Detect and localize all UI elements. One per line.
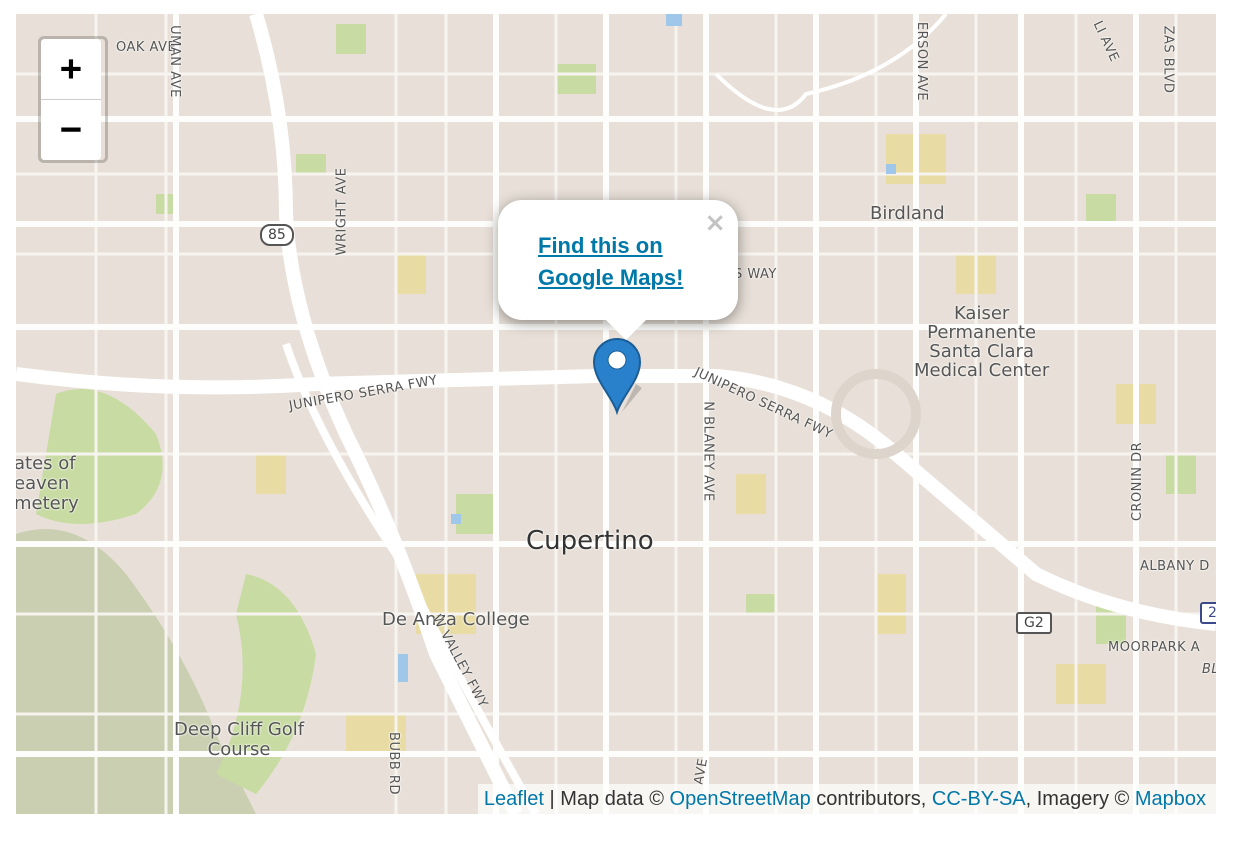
map-pin-icon: [592, 338, 642, 416]
attribution-text-contributors: contributors,: [810, 788, 932, 810]
street-label-albany: ALBANY D: [1140, 559, 1210, 574]
street-label-wright-ave: WRIGHT AVE: [334, 167, 350, 256]
place-label-deep-cliff: Deep Cliff Golf Course: [174, 719, 305, 760]
attribution-text-imagery: , Imagery ©: [1025, 788, 1135, 810]
street-label-uman-ave: UMAN AVE: [166, 25, 182, 98]
street-label-moorpark: MOORPARK A: [1108, 640, 1201, 655]
leaflet-link[interactable]: Leaflet: [484, 788, 544, 810]
google-maps-link[interactable]: Find this on Google Maps!: [538, 230, 718, 294]
zoom-control: + −: [38, 36, 108, 163]
zoom-in-button[interactable]: +: [41, 39, 101, 100]
popup-tip: [604, 318, 648, 340]
cc-by-sa-link[interactable]: CC-BY-SA: [932, 788, 1026, 810]
attribution-bar: Leaflet | Map data © OpenStreetMap contr…: [477, 784, 1216, 814]
street-label-erson-ave: ERSON AVE: [914, 21, 930, 102]
place-label-kaiser: Kaiser Permanente Santa Clara Medical Ce…: [914, 303, 1050, 381]
street-label-n-blaney-ave: N BLANEY AVE: [700, 401, 716, 502]
map-container[interactable]: Birdland Kaiser Permanente Santa Clara M…: [16, 14, 1216, 814]
street-label-zas-blvd: ZAS BLVD: [1160, 25, 1176, 94]
street-label-s-way: S WAY: [734, 267, 777, 282]
mapbox-link[interactable]: Mapbox: [1135, 788, 1206, 810]
place-label-birdland: Birdland: [870, 203, 945, 224]
street-label-bubb-rd: BUBB RD: [385, 732, 401, 795]
place-label-de-anza-college: De Anza College: [382, 609, 530, 630]
street-label-cronin-dr: CRONIN DR: [1130, 441, 1146, 522]
city-label-cupertino: Cupertino: [526, 526, 654, 556]
interstate-shield-280: 2: [1200, 602, 1216, 624]
highway-shield-g2: G2: [1016, 612, 1052, 634]
map-popup: × Find this on Google Maps!: [498, 200, 738, 340]
highway-shield-85: 85: [260, 224, 294, 246]
place-label-gates-of-heaven: ates of eaven metery: [16, 453, 79, 514]
zoom-out-button[interactable]: −: [41, 100, 101, 160]
map-marker[interactable]: [592, 336, 642, 421]
openstreetmap-link[interactable]: OpenStreetMap: [670, 788, 811, 810]
street-label-bl: BL: [1202, 662, 1216, 677]
attribution-text-sep: | Map data ©: [543, 788, 670, 810]
